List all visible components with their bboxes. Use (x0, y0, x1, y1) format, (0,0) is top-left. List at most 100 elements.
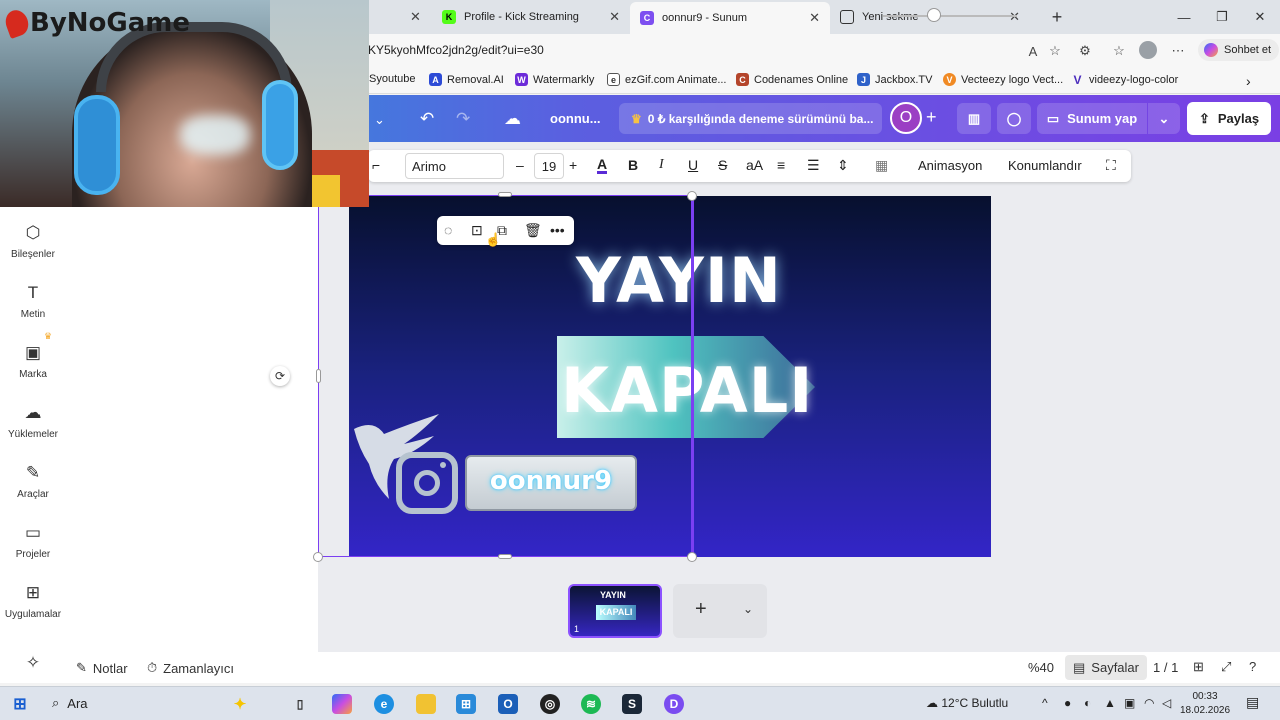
bookmark-item[interactable]: W Watermarkly (515, 73, 594, 86)
underline-icon[interactable]: U (688, 157, 698, 173)
resize-handle-bottom-left[interactable] (313, 552, 323, 562)
page-thumbnail[interactable]: YAYIN KAPALI 1 (568, 584, 662, 638)
zoom-slider[interactable] (883, 15, 1017, 17)
redo-icon[interactable]: ↷ (456, 109, 470, 129)
windows-start-icon[interactable]: ⊞ (10, 694, 30, 714)
tab-kick[interactable]: K Profile - Kick Streaming ✕ (432, 4, 630, 30)
spacing-icon[interactable]: ⇕ (837, 157, 849, 174)
selection-box[interactable] (318, 195, 692, 557)
pages-button[interactable]: ▤ Sayfalar (1065, 655, 1147, 680)
help-icon[interactable]: ? (1249, 659, 1256, 674)
edge-icon[interactable]: e (374, 694, 394, 714)
outlook-icon[interactable]: O (498, 694, 518, 714)
invite-plus-icon[interactable]: + (926, 107, 937, 128)
task-view-icon[interactable]: ▯ (290, 694, 310, 714)
steam-icon[interactable]: S (622, 694, 642, 714)
tray-app-icon[interactable]: ▣ (1124, 696, 1135, 710)
notifications-icon[interactable]: ▤ (1246, 694, 1259, 711)
insights-button[interactable]: ▥ (957, 103, 991, 134)
comment-add-icon[interactable]: ◌ (444, 222, 452, 238)
font-size-increase-button[interactable]: + (569, 157, 577, 173)
tray-app-icon[interactable]: ◐ (1084, 696, 1091, 710)
resize-handle-top[interactable] (498, 192, 512, 197)
strikethrough-icon[interactable]: S (718, 157, 727, 173)
document-title[interactable]: oonnu... (550, 111, 601, 126)
tab-canva[interactable]: C oonnur9 - Sunum ✕ (630, 2, 830, 34)
chevron-down-icon[interactable]: ⌄ (374, 112, 385, 128)
lock-icon[interactable]: ⊡ (471, 222, 483, 239)
cloud-saved-icon[interactable]: ☁ (504, 109, 521, 129)
sidebar-item-uploads[interactable]: ☁ Yüklemeler (0, 403, 66, 440)
resize-handle-bottom-right[interactable] (687, 552, 697, 562)
animation-button[interactable]: Animasyon (918, 158, 982, 173)
grid-view-icon[interactable]: ⊞ (1193, 659, 1204, 675)
more-menu-icon[interactable]: ⋯ (1169, 42, 1187, 60)
bookmark-item[interactable]: Syoutube (369, 73, 415, 85)
italic-icon[interactable]: I (659, 157, 664, 173)
undo-icon[interactable]: ↶ (420, 109, 434, 129)
comments-button[interactable]: ◯ (997, 103, 1031, 134)
font-family-select[interactable]: Arimo (405, 153, 504, 179)
zoom-level[interactable]: %40 (1028, 660, 1054, 675)
present-button[interactable]: ▭ Sunum yap (1037, 103, 1147, 134)
system-clock[interactable]: 00:33 18.02.2026 (1180, 690, 1230, 718)
tray-app-icon[interactable]: ▲ (1104, 696, 1116, 710)
fullscreen-icon[interactable]: ⤢ (1221, 659, 1231, 675)
sidebar-item-apps[interactable]: ⊞ Uygulamalar (0, 583, 66, 620)
add-page-button[interactable]: + ⌄ (673, 584, 767, 638)
bookmark-item[interactable]: J Jackbox.TV (857, 73, 932, 86)
copy-style-icon[interactable]: ⛶ (1106, 157, 1116, 174)
more-options-icon[interactable]: ••• (550, 222, 565, 238)
favorite-star-icon[interactable]: ☆ (1046, 42, 1064, 60)
list-icon[interactable]: ☰ (807, 157, 820, 174)
sidebar-item-brand[interactable]: ♛ ▣ Marka (0, 331, 66, 380)
transparency-icon[interactable]: ▦ (875, 157, 888, 174)
align-center-icon[interactable]: ≡ (777, 157, 785, 173)
bookmark-item[interactable]: C Codenames Online (736, 73, 848, 86)
sidebar-item-projects[interactable]: ▭ Projeler (0, 523, 66, 560)
tab-hidden[interactable]: ✕ (400, 4, 430, 30)
profile-avatar[interactable] (1139, 41, 1157, 59)
user-avatar[interactable]: O (890, 102, 922, 134)
file-explorer-icon[interactable] (416, 694, 436, 714)
wifi-icon[interactable]: ◠ (1144, 696, 1154, 710)
resize-handle-bottom[interactable] (498, 554, 512, 559)
discord-icon[interactable]: D (664, 694, 684, 714)
read-aloud-icon[interactable]: A (1024, 42, 1042, 60)
trash-icon[interactable]: 🗑 (524, 222, 542, 239)
font-size-input[interactable]: 19 (534, 153, 564, 179)
obs-icon[interactable]: ◎ (540, 694, 560, 714)
sidebar-item-text[interactable]: T Metin (0, 283, 66, 320)
tray-chevron-icon[interactable]: ^ (1042, 696, 1048, 710)
zoom-slider-handle[interactable] (926, 8, 941, 22)
close-tab-icon[interactable]: ✕ (1009, 9, 1020, 25)
font-size-decrease-button[interactable]: – (516, 157, 524, 173)
trial-banner[interactable]: ♛ 0 ₺ karşılığında deneme sürümünü ba... (619, 103, 882, 134)
tray-app-icon[interactable]: ● (1064, 696, 1071, 710)
resize-handle-top-right[interactable] (687, 191, 697, 201)
weather-widget[interactable]: ☁ 12°C Bulutlu (926, 696, 1008, 710)
close-tab-icon[interactable]: ✕ (410, 9, 421, 25)
close-tab-icon[interactable]: ✕ (609, 9, 620, 25)
bookmarks-overflow-icon[interactable]: › (1246, 73, 1251, 89)
letter-case-icon[interactable]: aA (746, 157, 763, 173)
url-field[interactable]: KY5kyohMfco2jdn2g/edit?ui=e30 (368, 43, 544, 57)
sidebar-item-magic[interactable]: ✧ (0, 653, 66, 679)
notes-button[interactable]: ✎ Notlar (76, 660, 128, 676)
share-button[interactable]: ⇪ Paylaş (1187, 102, 1271, 135)
present-options-button[interactable]: ⌄ (1148, 103, 1180, 134)
bookmark-item[interactable]: A Removal.AI (429, 73, 504, 86)
extensions-icon[interactable]: ⚙ (1076, 42, 1094, 60)
bookmark-item[interactable]: e ezGif.com Animate... (607, 73, 726, 86)
sidebar-item-elements[interactable]: ⬡ Bileşenler (0, 223, 66, 260)
taskbar-search[interactable]: ⌕ Ara (52, 695, 88, 711)
sidebar-item-tools[interactable]: ✎ Araçlar (0, 463, 66, 500)
close-window-icon[interactable]: ✕ (1237, 0, 1280, 34)
spotify-icon[interactable]: ≋ (581, 694, 601, 714)
curve-text-icon[interactable]: ⌐ (372, 157, 380, 173)
position-button[interactable]: Konumlandır (1008, 158, 1082, 173)
chevron-down-icon[interactable]: ⌄ (743, 602, 753, 616)
copilot-sparkle-icon[interactable]: ✦ (230, 694, 250, 714)
favorites-icon[interactable]: ☆ (1110, 42, 1128, 60)
copilot-app-icon[interactable] (332, 694, 352, 714)
